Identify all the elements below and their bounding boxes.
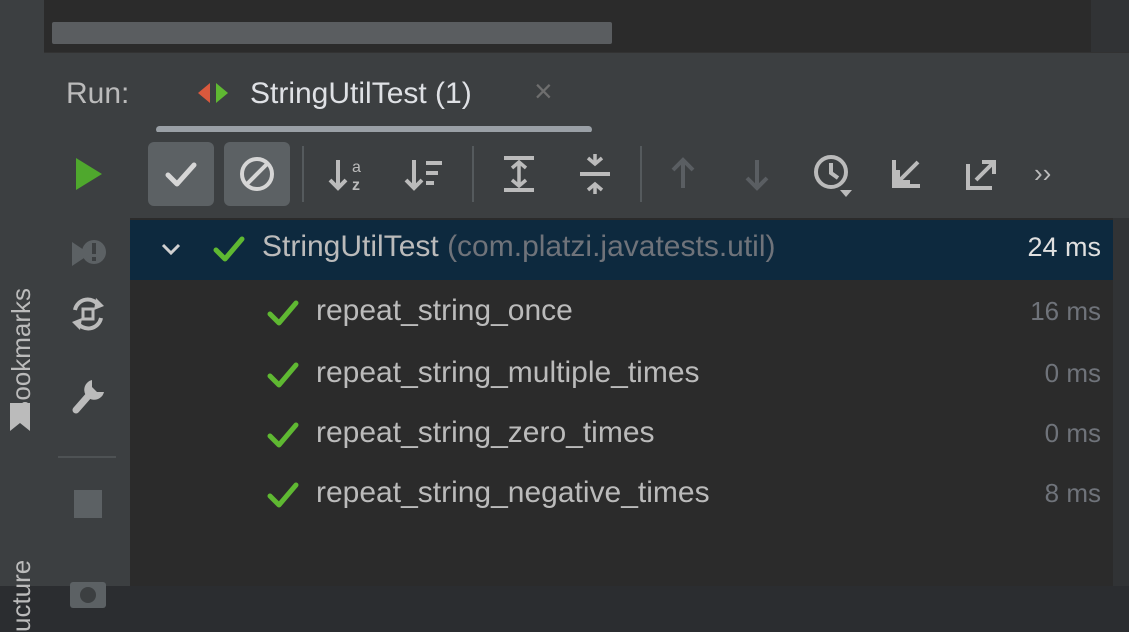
camera-icon[interactable] (66, 572, 110, 616)
actions-divider (58, 456, 116, 458)
test-history-button[interactable] (800, 142, 866, 206)
test-results-tree: StringUtilTest (com.platzi.javatests.uti… (130, 218, 1113, 586)
editor-horizontal-scrollbar[interactable] (52, 22, 612, 44)
close-icon[interactable]: × (534, 73, 553, 110)
collapse-all-button[interactable] (562, 142, 628, 206)
sort-alphabetically-icon: a z (328, 159, 361, 194)
arrow-down-icon (745, 160, 769, 191)
suite-package: (com.platzi.javatests.util) (447, 230, 776, 263)
run-actions-bar (44, 132, 130, 608)
run-window-title: Run: (66, 77, 130, 110)
passed-check-icon (213, 236, 245, 262)
suite-class-name: StringUtilTest (262, 230, 439, 263)
test-case-row[interactable]: repeat_string_zero_times 0 ms (130, 406, 1113, 466)
show-ignored-button[interactable] (224, 142, 290, 206)
test-case-row[interactable]: repeat_string_negative_times 8 ms (130, 466, 1113, 526)
next-failed-test-button[interactable] (724, 142, 790, 206)
editor-gutter (1091, 0, 1129, 52)
test-case-duration: 16 ms (1030, 296, 1101, 326)
test-suite-name: StringUtilTest (com.platzi.javatests.uti… (262, 230, 776, 264)
test-case-duration: 0 ms (1044, 358, 1101, 388)
rerun-failed-icon[interactable] (66, 232, 110, 276)
test-runner-toolbar: a z ›› (130, 132, 1129, 219)
run-tab-label: StringUtilTest (1) (250, 77, 472, 110)
passed-check-icon (267, 482, 299, 508)
structure-tab[interactable]: ucture (4, 482, 38, 632)
toolbar-separator (640, 146, 642, 202)
more-actions-button[interactable]: ›› (1020, 142, 1070, 206)
wrench-icon[interactable] (66, 374, 110, 418)
show-passed-button[interactable] (148, 142, 214, 206)
more-chevrons-icon: ›› (1034, 158, 1052, 188)
expand-all-button[interactable] (486, 142, 552, 206)
svg-text:z: z (352, 177, 360, 194)
passed-check-icon (267, 362, 299, 388)
bookmarks-tab[interactable]: Bookmarks (4, 228, 38, 418)
test-case-name: repeat_string_negative_times (316, 476, 710, 509)
toggle-auto-test-icon[interactable] (66, 292, 110, 336)
tree-vertical-scrollbar[interactable] (1113, 218, 1129, 586)
test-case-name: repeat_string_multiple_times (316, 356, 700, 389)
passed-check-icon (267, 300, 299, 326)
ignored-icon (240, 157, 274, 191)
expand-all-icon (504, 156, 534, 192)
sort-by-duration-icon (404, 160, 442, 191)
test-suite-row[interactable]: StringUtilTest (com.platzi.javatests.uti… (130, 220, 1113, 280)
sort-alphabetically-button[interactable]: a z (316, 142, 382, 206)
sidebar-tool-strip: Bookmarks ucture (0, 0, 45, 632)
import-tests-icon (892, 160, 920, 188)
test-case-row[interactable]: repeat_string_once 16 ms (130, 284, 1113, 344)
toolbar-separator (472, 146, 474, 202)
editor-area (44, 0, 1129, 52)
test-case-name: repeat_string_zero_times (316, 416, 655, 449)
test-case-name: repeat_string_once (316, 294, 573, 327)
arrow-up-icon (671, 157, 695, 188)
collapse-all-icon (580, 154, 610, 194)
sort-by-duration-button[interactable] (392, 142, 458, 206)
test-history-icon (814, 155, 852, 197)
test-case-duration: 8 ms (1044, 478, 1101, 508)
export-tests-icon (966, 160, 996, 190)
run-tool-window-header: Run: StringUtilTest (1) × (44, 52, 1129, 133)
run-icon[interactable] (66, 152, 110, 196)
test-case-row[interactable]: repeat_string_multiple_times 0 ms (130, 346, 1113, 406)
stop-icon[interactable] (66, 482, 110, 526)
passed-check-icon (267, 422, 299, 448)
svg-text:a: a (352, 159, 361, 176)
chevron-down-icon[interactable] (156, 234, 186, 264)
bookmark-icon (10, 403, 30, 431)
previous-failed-test-button[interactable] (650, 142, 716, 206)
test-config-icon (198, 83, 228, 103)
toolbar-separator (302, 146, 304, 202)
run-tab-stringutiltest[interactable]: StringUtilTest (1) × (156, 53, 592, 133)
check-icon (165, 162, 197, 187)
suite-duration: 24 ms (1027, 232, 1101, 262)
import-tests-button[interactable] (874, 142, 940, 206)
export-tests-button[interactable] (948, 142, 1014, 206)
test-case-duration: 0 ms (1044, 418, 1101, 448)
